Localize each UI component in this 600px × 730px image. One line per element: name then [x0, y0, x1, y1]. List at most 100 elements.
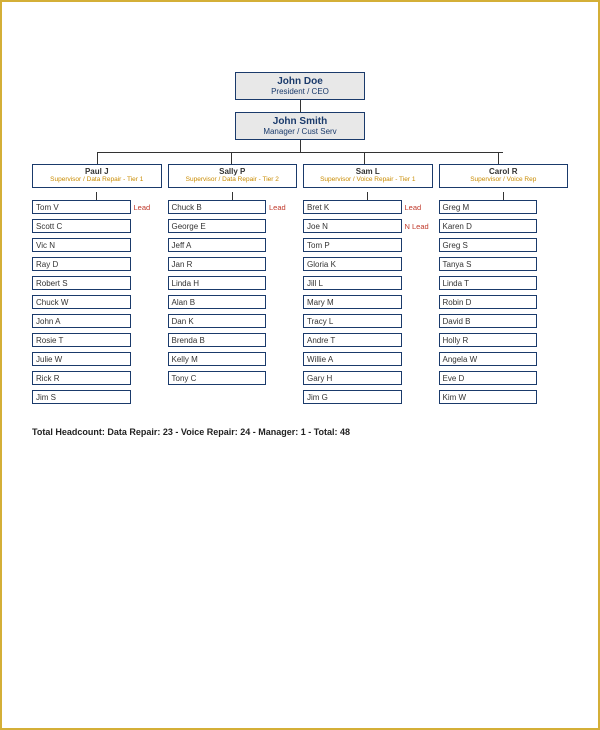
member-row: Bret KLead: [303, 200, 433, 214]
member-box: Vic N: [32, 238, 131, 252]
team-column: Sam LSupervisor / Voice Repair - Tier 1 B…: [303, 164, 433, 409]
member-row: Linda T: [439, 276, 569, 290]
member-row: Karen D: [439, 219, 569, 233]
member-row: Willie A: [303, 352, 433, 366]
ceo-title: President / CEO: [242, 87, 358, 96]
member-row: David B: [439, 314, 569, 328]
member-box: George E: [168, 219, 267, 233]
member-box: Rosie T: [32, 333, 131, 347]
member-box: Tony C: [168, 371, 267, 385]
member-box: Linda T: [439, 276, 538, 290]
member-box: Julie W: [32, 352, 131, 366]
member-row: Kelly M: [168, 352, 298, 366]
member-row: Dan K: [168, 314, 298, 328]
member-row: Ray D: [32, 257, 162, 271]
team-columns: Paul JSupervisor / Data Repair - Tier 1T…: [32, 164, 568, 409]
org-chart: John Doe President / CEO John Smith Mana…: [22, 22, 578, 437]
connector: [367, 192, 368, 200]
member-row: Gloria K: [303, 257, 433, 271]
member-row: Chuck BLead: [168, 200, 298, 214]
member-box: Gloria K: [303, 257, 402, 271]
member-box: Robin D: [439, 295, 538, 309]
member-box: Eve D: [439, 371, 538, 385]
member-box: Linda H: [168, 276, 267, 290]
member-row: Vic N: [32, 238, 162, 252]
member-box: Dan K: [168, 314, 267, 328]
member-row: Robert S: [32, 276, 162, 290]
team-column: Carol RSupervisor / Voice Rep Greg M Karen…: [439, 164, 569, 409]
member-box: Jim S: [32, 390, 131, 404]
member-box: Jim G: [303, 390, 402, 404]
role-badge: Lead: [405, 203, 433, 212]
member-row: Eve D: [439, 371, 569, 385]
member-row: Andre T: [303, 333, 433, 347]
member-box: Tom P: [303, 238, 402, 252]
member-row: Julie W: [32, 352, 162, 366]
member-box: Bret K: [303, 200, 402, 214]
member-row: Jill L: [303, 276, 433, 290]
member-row: Mary M: [303, 295, 433, 309]
member-box: Robert S: [32, 276, 131, 290]
supervisor-box: Sam LSupervisor / Voice Repair - Tier 1: [303, 164, 433, 188]
member-box: Ray D: [32, 257, 131, 271]
connector: [300, 100, 301, 112]
member-row: Jeff A: [168, 238, 298, 252]
manager-box: John Smith Manager / Cust Serv: [235, 112, 365, 140]
member-box: Karen D: [439, 219, 538, 233]
supervisor-title: Supervisor / Voice Rep: [442, 176, 566, 183]
member-row: Rick R: [32, 371, 162, 385]
member-box: Alan B: [168, 295, 267, 309]
member-box: John A: [32, 314, 131, 328]
role-badge: N Lead: [405, 222, 433, 231]
member-row: Rosie T: [32, 333, 162, 347]
ceo-box: John Doe President / CEO: [235, 72, 365, 100]
member-box: Greg S: [439, 238, 538, 252]
member-row: John A: [32, 314, 162, 328]
member-box: Tanya S: [439, 257, 538, 271]
member-box: Joe N: [303, 219, 402, 233]
member-box: Rick R: [32, 371, 131, 385]
ceo-name: John Doe: [242, 76, 358, 87]
supervisor-title: Supervisor / Voice Repair - Tier 1: [306, 176, 430, 183]
member-row: Angela W: [439, 352, 569, 366]
member-box: Jan R: [168, 257, 267, 271]
supervisor-title: Supervisor / Data Repair - Tier 2: [171, 176, 295, 183]
team-column: Sally PSupervisor / Data Repair - Tier 2…: [168, 164, 298, 409]
member-box: Willie A: [303, 352, 402, 366]
supervisor-name: Sam L: [306, 167, 430, 176]
member-row: Holly R: [439, 333, 569, 347]
member-row: Linda H: [168, 276, 298, 290]
member-box: Andre T: [303, 333, 402, 347]
member-row: Tanya S: [439, 257, 569, 271]
member-row: Joe NN Lead: [303, 219, 433, 233]
member-row: Greg S: [439, 238, 569, 252]
supervisor-name: Sally P: [171, 167, 295, 176]
member-row: Alan B: [168, 295, 298, 309]
footer-summary: Total Headcount: Data Repair: 23 - Voice…: [22, 427, 578, 437]
member-box: Brenda B: [168, 333, 267, 347]
member-row: Tom P: [303, 238, 433, 252]
connector: [232, 192, 233, 200]
supervisor-name: Carol R: [442, 167, 566, 176]
member-row: Tony C: [168, 371, 298, 385]
member-row: Jan R: [168, 257, 298, 271]
member-box: Kelly M: [168, 352, 267, 366]
supervisor-box: Carol RSupervisor / Voice Rep: [439, 164, 569, 188]
member-box: Tom V: [32, 200, 131, 214]
member-row: Greg M: [439, 200, 569, 214]
member-row: Kim W: [439, 390, 569, 404]
member-box: Holly R: [439, 333, 538, 347]
connector: [503, 192, 504, 200]
member-box: Greg M: [439, 200, 538, 214]
member-box: Angela W: [439, 352, 538, 366]
member-box: Chuck B: [168, 200, 267, 214]
member-box: Gary H: [303, 371, 402, 385]
member-box: Scott C: [32, 219, 131, 233]
manager-title: Manager / Cust Serv: [242, 127, 358, 136]
member-row: Robin D: [439, 295, 569, 309]
member-row: Gary H: [303, 371, 433, 385]
member-box: Mary M: [303, 295, 402, 309]
connector: [300, 140, 301, 152]
connector: [96, 192, 97, 200]
role-badge: Lead: [269, 203, 297, 212]
